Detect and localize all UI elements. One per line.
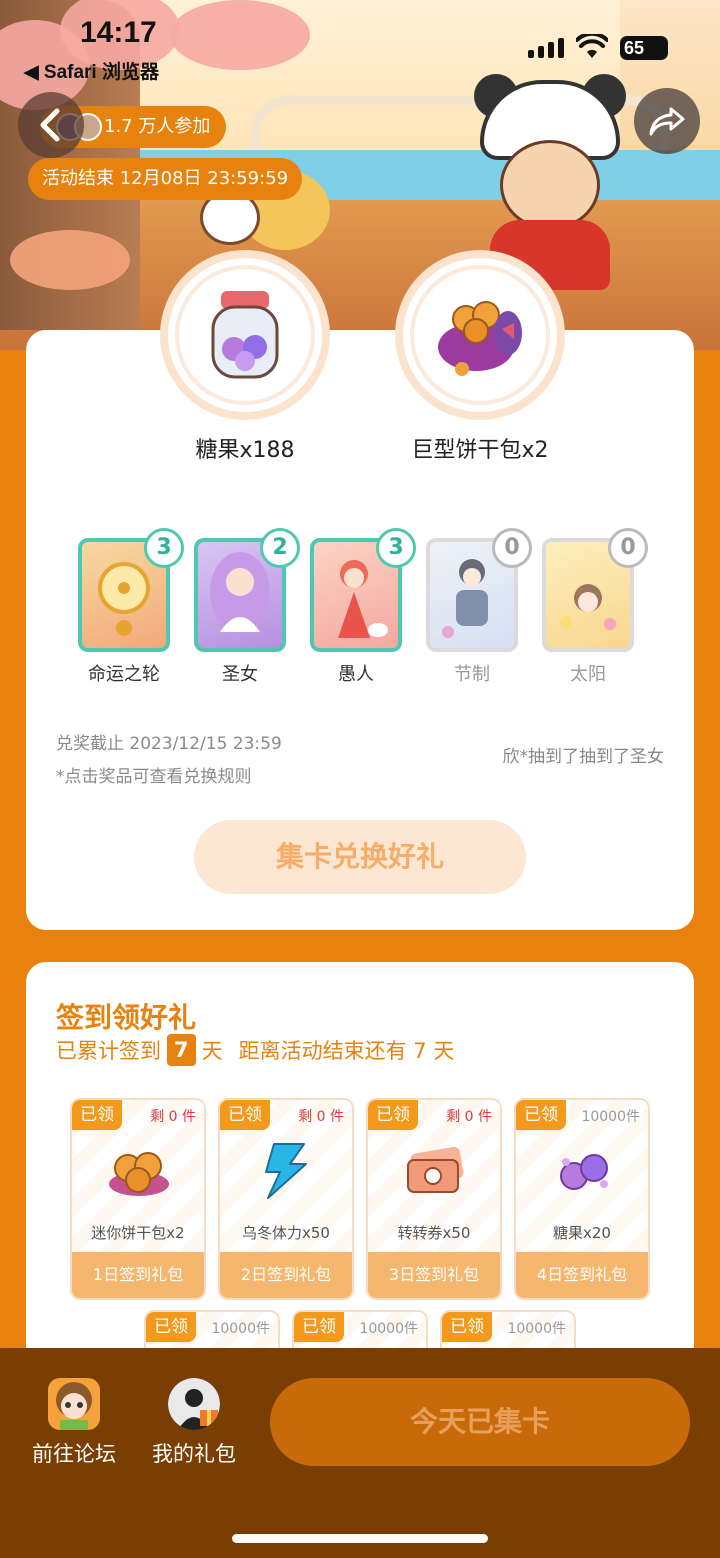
tarot-card-fool[interactable]: 3 愚人 bbox=[310, 528, 416, 686]
gift-stock: 10000件 bbox=[581, 1109, 640, 1125]
exchange-gift-button[interactable]: 集卡兑换好礼 bbox=[194, 820, 526, 894]
back-to-safari-link[interactable]: ◀ Safari 浏览器 bbox=[24, 57, 159, 84]
card-count-badge: 3 bbox=[144, 528, 184, 568]
card-count-badge: 3 bbox=[376, 528, 416, 568]
signin-remaining: 距离活动结束还有 7 天 bbox=[238, 1039, 455, 1063]
gift-name: 糖果x20 bbox=[553, 1224, 611, 1242]
bottom-action-bar: 前往论坛 我的礼包 今天已集卡 bbox=[0, 1348, 720, 1558]
signin-panel: 签到领好礼 已累计签到 7 天 距离活动结束还有 7 天 已领 剩 0 件 迷你… bbox=[26, 962, 694, 1382]
gift-stock: 剩 0 件 bbox=[150, 1109, 196, 1125]
candy-icon bbox=[560, 1154, 608, 1190]
signin-prefix: 已累计签到 bbox=[56, 1039, 161, 1063]
go-to-forum-button[interactable]: 前往论坛 bbox=[24, 1378, 124, 1468]
wifi-icon bbox=[576, 34, 608, 58]
claimed-tag: 已领 bbox=[294, 1312, 344, 1342]
activity-end-time: 活动结束 12月08日 23:59:59 bbox=[28, 158, 303, 200]
tarot-card-name: 节制 bbox=[454, 664, 490, 685]
gift-day-label: 3日签到礼包 bbox=[368, 1252, 500, 1298]
claimed-tag: 已领 bbox=[72, 1100, 122, 1130]
signin-days-count: 7 bbox=[167, 1034, 196, 1066]
card-count-badge: 0 bbox=[608, 528, 648, 568]
exchange-rules-note: *点击奖品可查看兑换规则 bbox=[56, 767, 252, 787]
signin-progress: 已累计签到 7 天 距离活动结束还有 7 天 bbox=[56, 1034, 454, 1066]
gift-stock: 剩 0 件 bbox=[446, 1109, 492, 1125]
claimed-tag: 已领 bbox=[220, 1100, 270, 1130]
claimed-tag: 已领 bbox=[442, 1312, 492, 1342]
spin-ticket-icon bbox=[407, 1146, 464, 1193]
chevron-left-icon bbox=[40, 108, 60, 142]
claimed-tag: 已领 bbox=[516, 1100, 566, 1130]
share-button[interactable] bbox=[634, 88, 700, 154]
tarot-card-row: 3 命运之轮 2 圣女 3 愚人 0 节制 0 太阳 bbox=[78, 528, 678, 688]
card-count-badge: 2 bbox=[260, 528, 300, 568]
draw-news-ticker: 欣*抽到了抽到了圣女 bbox=[502, 747, 665, 767]
tarot-card-temperance[interactable]: 0 节制 bbox=[426, 528, 532, 686]
tarot-card-wheel-of-fortune[interactable]: 3 命运之轮 bbox=[78, 528, 184, 686]
prize-candy[interactable]: 糖果x188 bbox=[160, 250, 330, 464]
my-gifts-button[interactable]: 我的礼包 bbox=[144, 1378, 244, 1468]
signin-gift-day6[interactable]: 已领 10000件 bbox=[292, 1310, 428, 1350]
cellular-signal-icon bbox=[528, 38, 564, 58]
card-collection-panel: 糖果x188 巨型饼干包x2 3 命运之轮 2 圣女 3 愚人 0 节制 0 太… bbox=[26, 250, 694, 930]
exchange-deadline: 兑奖截止 2023/12/15 23:59 bbox=[56, 734, 282, 754]
tarot-card-name: 愚人 bbox=[338, 664, 374, 685]
claimed-tag: 已领 bbox=[368, 1100, 418, 1130]
candy-jar-icon bbox=[211, 291, 279, 379]
tarot-card-name: 太阳 bbox=[570, 664, 606, 685]
gift-name: 迷你饼干包x2 bbox=[91, 1224, 185, 1242]
stamina-lightning-icon bbox=[265, 1143, 307, 1199]
tarot-card-name: 命运之轮 bbox=[88, 664, 160, 685]
card-count-badge: 0 bbox=[492, 528, 532, 568]
tarot-card-sun[interactable]: 0 太阳 bbox=[542, 528, 648, 686]
prize-label: 糖果x188 bbox=[195, 438, 295, 463]
signin-gift-day1[interactable]: 已领 剩 0 件 迷你饼干包x2 1日签到礼包 bbox=[70, 1098, 206, 1300]
gift-day-label: 4日签到礼包 bbox=[516, 1252, 648, 1298]
mini-cookie-pack-icon bbox=[109, 1152, 169, 1196]
claimed-tag: 已领 bbox=[146, 1312, 196, 1342]
signin-gift-day4[interactable]: 已领 10000件 糖果x20 4日签到礼包 bbox=[514, 1098, 650, 1300]
signin-gift-day7[interactable]: 已领 10000件 bbox=[440, 1310, 576, 1350]
prize-label: 巨型饼干包x2 bbox=[411, 438, 549, 463]
my-gifts-label: 我的礼包 bbox=[152, 1442, 236, 1466]
forum-avatar-icon bbox=[48, 1378, 100, 1430]
gift-name: 乌冬体力x50 bbox=[242, 1224, 330, 1242]
exchange-info: 兑奖截止 2023/12/15 23:59 *点击奖品可查看兑换规则 bbox=[56, 728, 282, 794]
battery-indicator: 65 bbox=[620, 36, 668, 60]
signin-title: 签到领好礼 bbox=[56, 1001, 197, 1034]
signin-gift-day3[interactable]: 已领 剩 0 件 转转券x50 3日签到礼包 bbox=[366, 1098, 502, 1300]
forum-label: 前往论坛 bbox=[32, 1442, 116, 1466]
gift-name: 转转券x50 bbox=[397, 1224, 471, 1242]
cookie-box-icon bbox=[438, 301, 522, 376]
gift-day-label: 2日签到礼包 bbox=[220, 1252, 352, 1298]
tarot-card-saint[interactable]: 2 圣女 bbox=[194, 528, 300, 686]
back-button[interactable] bbox=[18, 92, 84, 158]
collected-today-button[interactable]: 今天已集卡 bbox=[270, 1378, 690, 1466]
status-bar: 14:17 ◀ Safari 浏览器 65 bbox=[0, 0, 720, 83]
gift-stock: 10000件 bbox=[507, 1321, 566, 1337]
signin-days-unit: 天 bbox=[201, 1039, 223, 1063]
participants-count: 1.7 万人参加 bbox=[104, 116, 211, 137]
home-indicator[interactable] bbox=[232, 1534, 488, 1543]
gift-stock: 10000件 bbox=[359, 1321, 418, 1337]
status-time: 14:17 bbox=[80, 16, 157, 49]
gift-stock: 剩 0 件 bbox=[298, 1109, 344, 1125]
signin-gift-day2[interactable]: 已领 剩 0 件 乌冬体力x50 2日签到礼包 bbox=[218, 1098, 354, 1300]
prize-cookie-box[interactable]: 巨型饼干包x2 bbox=[395, 250, 565, 464]
signin-gift-day5[interactable]: 已领 10000件 bbox=[144, 1310, 280, 1350]
gift-stock: 10000件 bbox=[211, 1321, 270, 1337]
share-arrow-icon bbox=[649, 107, 685, 136]
gift-day-label: 1日签到礼包 bbox=[72, 1252, 204, 1298]
my-gifts-avatar-icon bbox=[168, 1378, 220, 1430]
tarot-card-name: 圣女 bbox=[222, 664, 258, 685]
